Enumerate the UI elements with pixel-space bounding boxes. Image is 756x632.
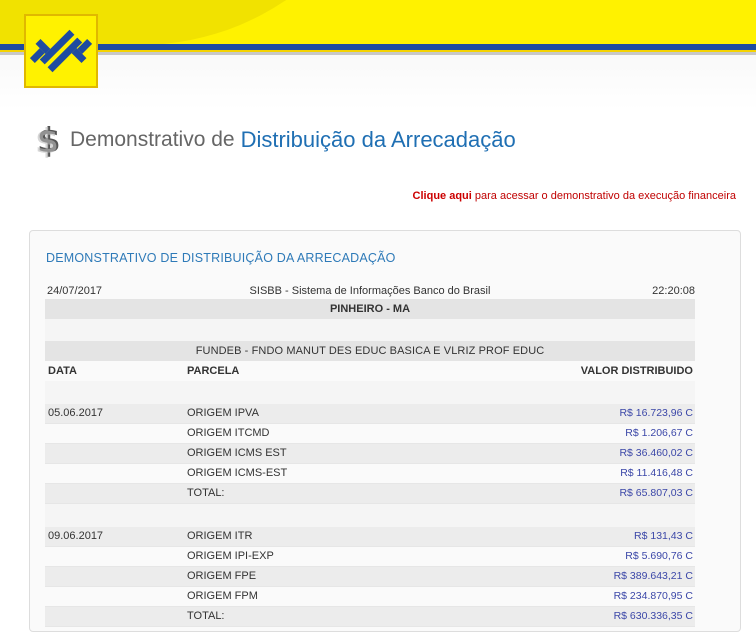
row-parcel: ORIGEM ICMS EST xyxy=(187,447,287,459)
row-parcel: ORIGEM ITCMD xyxy=(187,427,270,439)
title-prefix: Demonstrativo de xyxy=(70,128,235,151)
row-date: 05.06.2017 xyxy=(48,407,104,419)
col-value-header: VALOR DISTRIBUIDO xyxy=(580,365,693,377)
row-value: R$ 630.336,35 C xyxy=(613,610,693,622)
row-value: R$ 65.807,03 C xyxy=(619,487,693,499)
report-meta-row: 24/07/2017 SISBB - Sistema de Informaçõe… xyxy=(45,283,695,299)
row-parcel: ORIGEM FPE xyxy=(187,570,257,582)
table-row: ORIGEM ITCMD R$ 1.206,67 C xyxy=(45,424,695,444)
report-time: 22:20:08 xyxy=(652,285,695,297)
spacer xyxy=(45,319,695,341)
table-row: ORIGEM ICMS-EST R$ 11.416,48 C xyxy=(45,464,695,484)
header-banner xyxy=(0,0,756,110)
banco-do-brasil-logo[interactable] xyxy=(24,14,98,88)
report-title: DEMONSTRATIVO DE DISTRIBUIÇÃO DA ARRECAD… xyxy=(46,251,396,265)
table-row: 09.06.2017 ORIGEM ITR R$ 131,43 C xyxy=(45,527,695,547)
row-value: R$ 5.690,76 C xyxy=(625,550,693,562)
table-row: ORIGEM IPI-EXP R$ 5.690,76 C xyxy=(45,547,695,567)
title-main: Distribuição da Arrecadação xyxy=(240,127,516,152)
row-parcel: TOTAL: xyxy=(187,487,225,499)
row-date: 09.06.2017 xyxy=(48,530,104,542)
row-parcel: ORIGEM FPM xyxy=(187,590,258,602)
row-value: R$ 1.206,67 C xyxy=(625,427,693,439)
col-date-header: DATA xyxy=(48,365,77,377)
group-gap xyxy=(45,504,695,527)
execution-report-link-line: Clique aqui para acessar o demonstrativo… xyxy=(413,190,736,202)
city-band: PINHEIRO - MA xyxy=(45,299,695,319)
report-card: DEMONSTRATIVO DE DISTRIBUIÇÃO DA ARRECAD… xyxy=(29,230,741,632)
row-parcel: ORIGEM ITR xyxy=(187,530,253,542)
banner-gray-stripe xyxy=(0,52,756,55)
fund-band: FUNDEB - FNDO MANUT DES EDUC BASICA E VL… xyxy=(45,341,695,361)
row-value: R$ 11.416,48 C xyxy=(620,467,693,479)
table-row: ORIGEM FPM R$ 234.870,95 C xyxy=(45,587,695,607)
table-row: 05.06.2017 ORIGEM IPVA R$ 16.723,96 C xyxy=(45,404,695,424)
table-row: ORIGEM FPE R$ 389.643,21 C xyxy=(45,567,695,587)
row-parcel: ORIGEM IPVA xyxy=(187,407,259,419)
bb-logo-icon xyxy=(29,29,93,73)
row-value: R$ 234.870,95 C xyxy=(613,590,693,602)
col-parcel-header: PARCELA xyxy=(187,365,240,377)
row-value: R$ 16.723,96 C xyxy=(619,407,693,419)
row-value: R$ 131,43 C xyxy=(634,530,693,542)
page-title: $ $ Demonstrativo de Distribuição da Arr… xyxy=(34,120,516,160)
row-parcel: ORIGEM ICMS-EST xyxy=(187,467,288,479)
dollar-sign-icon: $ $ xyxy=(35,122,61,158)
group-gap xyxy=(45,381,695,404)
table-row: ORIGEM ICMS EST R$ 36.460,02 C xyxy=(45,444,695,464)
report-table: 24/07/2017 SISBB - Sistema de Informaçõe… xyxy=(45,283,695,627)
row-value: R$ 36.460,02 C xyxy=(619,447,693,459)
link-description: para acessar o demonstrativo da execução… xyxy=(474,190,736,202)
row-parcel: ORIGEM IPI-EXP xyxy=(187,550,274,562)
row-parcel: TOTAL: xyxy=(187,610,225,622)
click-here-link[interactable]: Clique aqui xyxy=(413,190,472,202)
table-row-total: TOTAL: R$ 630.336,35 C xyxy=(45,607,695,627)
report-system: SISBB - Sistema de Informações Banco do … xyxy=(249,285,491,297)
row-value: R$ 389.643,21 C xyxy=(613,570,693,582)
svg-text:$: $ xyxy=(35,122,59,158)
table-row-total: TOTAL: R$ 65.807,03 C xyxy=(45,484,695,504)
column-headers: DATA PARCELA VALOR DISTRIBUIDO xyxy=(45,361,695,381)
